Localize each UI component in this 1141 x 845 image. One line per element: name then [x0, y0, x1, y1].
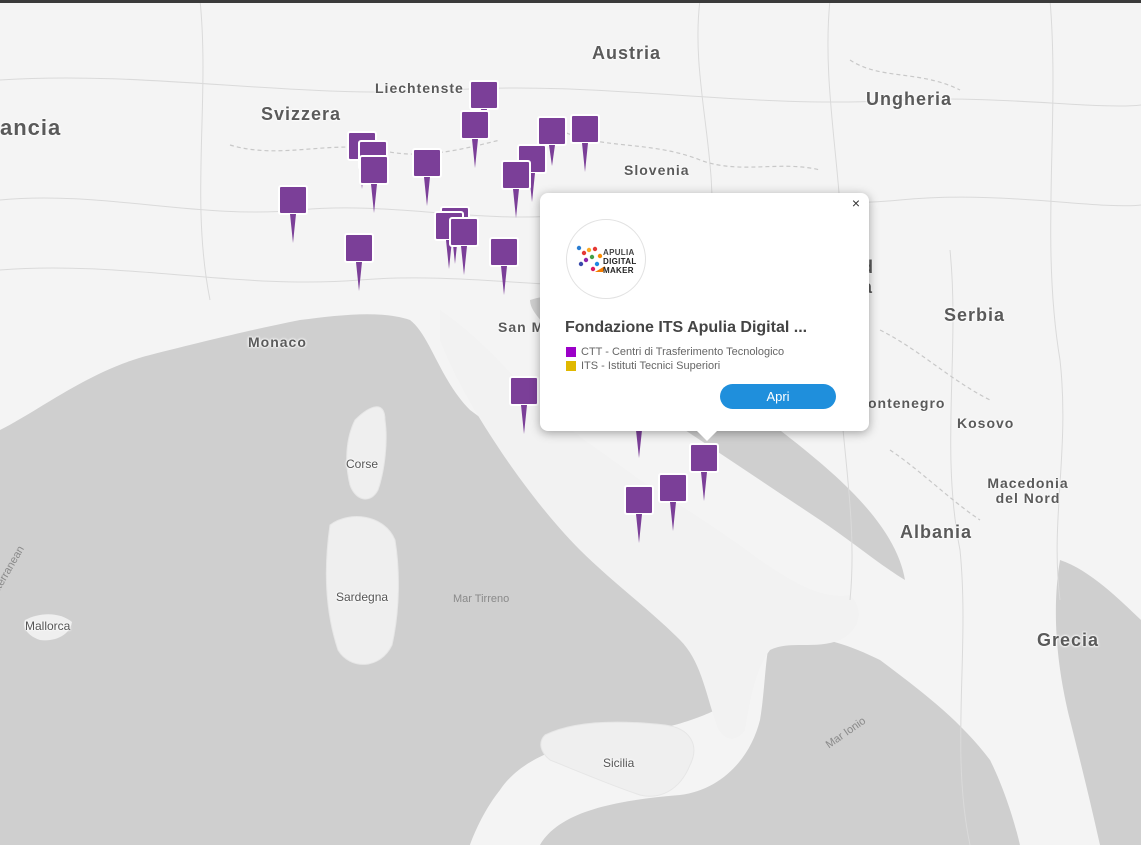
map-marker[interactable] [489, 237, 519, 295]
label-slovenia: Slovenia [624, 162, 690, 178]
label-corse: Corse [346, 457, 379, 471]
map-marker[interactable] [344, 233, 374, 291]
logo-text-line3: MAKER [603, 266, 634, 275]
map-marker[interactable] [359, 155, 389, 213]
category-label: ITS - Istituti Tecnici Superiori [581, 360, 721, 372]
popup-pointer [696, 430, 718, 441]
label-kosovo: Kosovo [957, 415, 1015, 431]
top-border [0, 0, 1141, 3]
label-monaco: Monaco [248, 334, 307, 350]
label-montenegro: ontenegro [868, 395, 946, 411]
label-austria: Austria [592, 43, 662, 63]
close-icon[interactable]: × [848, 195, 864, 211]
map-marker[interactable] [658, 473, 688, 531]
map-marker[interactable] [624, 485, 654, 543]
map-marker[interactable] [570, 114, 600, 172]
category-item-its: ITS - Istituti Tecnici Superiori [566, 360, 720, 372]
open-button[interactable]: Apri [720, 384, 836, 409]
map-marker[interactable] [689, 443, 719, 501]
label-serbia: Serbia [944, 305, 1006, 325]
category-label: CTT - Centri di Trasferimento Tecnologic… [581, 346, 785, 358]
category-swatch [566, 347, 576, 357]
map-marker[interactable] [624, 430, 654, 488]
map-marker[interactable] [460, 110, 490, 168]
popup-title: Fondazione ITS Apulia Digital ... [565, 319, 808, 336]
label-albania: Albania [900, 522, 973, 542]
label-svizzera: Svizzera [261, 104, 342, 124]
map-marker[interactable] [501, 160, 531, 218]
map-canvas[interactable]: Austria Ungheria Svizzera Slovenia Serbi… [0, 0, 1141, 845]
info-popup: × APULIA DIGITAL MAKER Fondazione ITS Ap… [540, 193, 869, 441]
label-san-marino: San M [498, 319, 545, 335]
map-marker[interactable] [278, 185, 308, 243]
category-item-ctt: CTT - Centri di Trasferimento Tecnologic… [566, 346, 784, 358]
label-sardegna: Sardegna [336, 590, 389, 604]
label-mallorca: Mallorca [25, 619, 71, 633]
label-liechtenstein: Liechtenste [375, 80, 464, 96]
organization-logo: APULIA DIGITAL MAKER [566, 219, 646, 299]
label-macedonia: Macedonia del Nord [987, 475, 1069, 506]
logo-text-line1: APULIA [603, 248, 635, 257]
map-marker[interactable] [509, 376, 539, 434]
label-mar-tirreno: Mar Tirreno [453, 593, 510, 605]
label-francia: ancia [0, 115, 62, 140]
category-swatch [566, 361, 576, 371]
label-sicilia: Sicilia [603, 756, 635, 770]
label-grecia: Grecia [1037, 630, 1100, 650]
label-ungheria: Ungheria [866, 89, 953, 109]
map-marker[interactable] [412, 148, 442, 206]
map-marker[interactable] [449, 217, 479, 275]
logo-text-line2: DIGITAL [603, 257, 637, 266]
